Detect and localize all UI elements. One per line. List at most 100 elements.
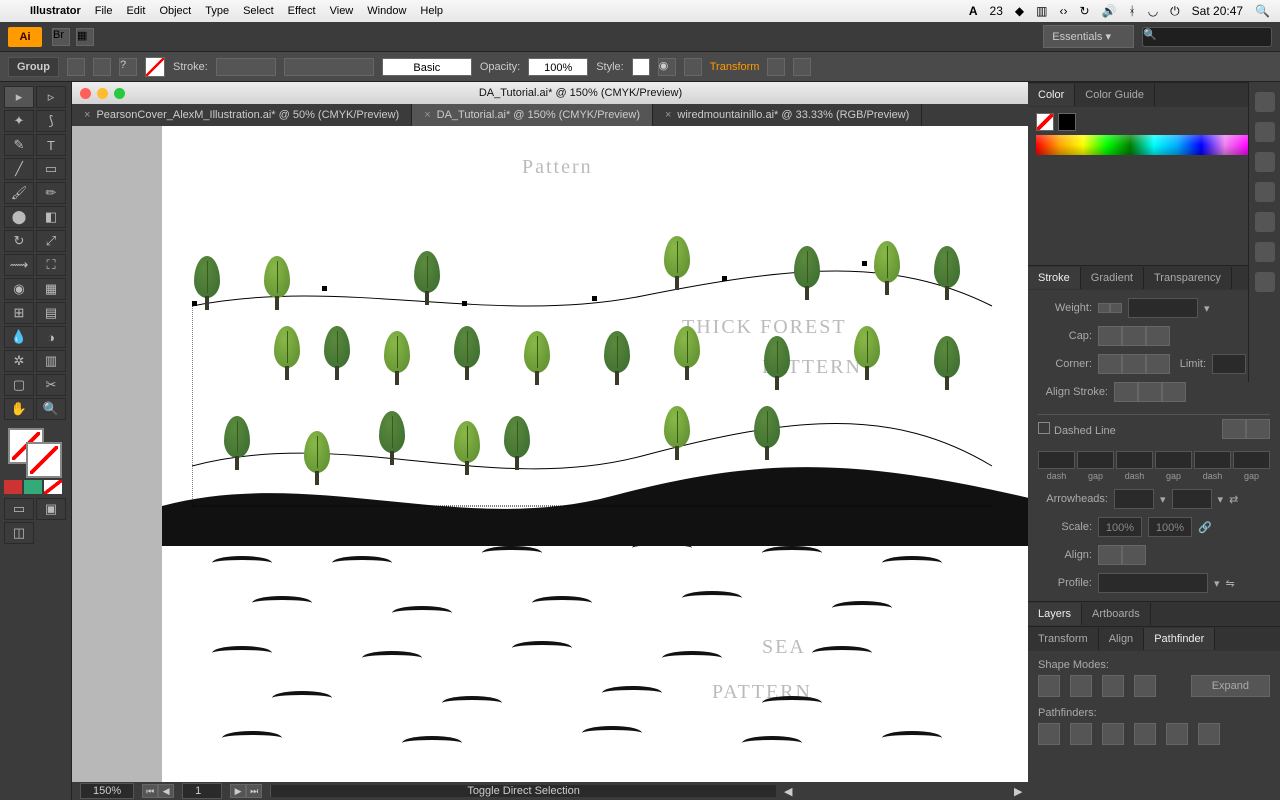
help-icon[interactable]: ?: [119, 58, 137, 76]
slice-tool[interactable]: ✂: [36, 374, 66, 396]
weight-field[interactable]: [1128, 298, 1198, 318]
direct-select-tool[interactable]: ▹: [36, 86, 66, 108]
arrow-end[interactable]: [1172, 489, 1212, 509]
menu-view[interactable]: View: [330, 5, 354, 17]
doc-tab-2[interactable]: ×wiredmountainillo.ai* @ 33.33% (RGB/Pre…: [653, 104, 922, 126]
menu-select[interactable]: Select: [243, 5, 274, 17]
doc-tab-0[interactable]: ×PearsonCover_AlexM_Illustration.ai* @ 5…: [72, 104, 412, 126]
close-window[interactable]: [80, 88, 91, 99]
scale-end[interactable]: 100%: [1148, 517, 1192, 537]
tab-gradient[interactable]: Gradient: [1081, 267, 1144, 289]
pen-tool[interactable]: ✎: [4, 134, 34, 156]
battery-icon[interactable]: ▥: [1036, 4, 1047, 18]
zoom-tool[interactable]: 🔍: [36, 398, 66, 420]
dashed-checkbox[interactable]: [1038, 422, 1050, 434]
search-field[interactable]: 🔍: [1142, 27, 1272, 47]
dash-fields[interactable]: dashgapdashgapdashgap: [1038, 451, 1270, 481]
width-tool[interactable]: ⟿: [4, 254, 34, 276]
symbols-icon[interactable]: [1255, 182, 1275, 202]
tab-align[interactable]: Align: [1099, 628, 1144, 650]
limit-field[interactable]: [1212, 354, 1246, 374]
minus-back-icon[interactable]: [1198, 723, 1220, 745]
free-transform[interactable]: ⛶: [36, 254, 66, 276]
eyedropper-tool[interactable]: 💧: [4, 326, 34, 348]
menu-edit[interactable]: Edit: [126, 5, 145, 17]
fill-stroke-swatch[interactable]: [4, 428, 67, 478]
intersect-icon[interactable]: [1102, 675, 1124, 697]
tab-layers[interactable]: Layers: [1028, 603, 1082, 625]
tab-pathfinder[interactable]: Pathfinder: [1144, 628, 1215, 650]
menu-help[interactable]: Help: [420, 5, 443, 17]
transform-icon1[interactable]: [767, 58, 785, 76]
graphic-styles-icon[interactable]: [1255, 272, 1275, 292]
brush-field[interactable]: Basic: [382, 58, 472, 76]
appearance-icon[interactable]: [1255, 242, 1275, 262]
tab-stroke[interactable]: Stroke: [1028, 267, 1081, 289]
blob-tool[interactable]: ⬤: [4, 206, 34, 228]
color-icon[interactable]: [1255, 92, 1275, 112]
sync-icon[interactable]: ↻: [1079, 4, 1089, 18]
recolor-icon[interactable]: ◉: [658, 58, 676, 76]
swatches-icon[interactable]: [1255, 122, 1275, 142]
corner-buttons[interactable]: [1098, 354, 1170, 374]
artboard-nav2[interactable]: ▶⏭: [230, 784, 262, 798]
stroke-style-field[interactable]: [284, 58, 374, 76]
workspace-switcher[interactable]: Essentials ▾: [1043, 25, 1134, 48]
bridge-icon[interactable]: Br: [52, 28, 70, 46]
none-mode[interactable]: [44, 480, 62, 494]
brush-tool[interactable]: 🖌: [4, 182, 34, 204]
brushes-icon[interactable]: [1255, 152, 1275, 172]
volume-icon[interactable]: 🔊: [1102, 4, 1117, 18]
shape-builder[interactable]: ◉: [4, 278, 34, 300]
trim-icon[interactable]: [1070, 723, 1092, 745]
hand-tool[interactable]: ✋: [4, 398, 34, 420]
arrow-align-buttons[interactable]: [1098, 545, 1146, 565]
align-stroke-buttons[interactable]: [1114, 382, 1186, 402]
tab-color-guide[interactable]: Color Guide: [1075, 84, 1155, 106]
stroke-swatch[interactable]: [1058, 113, 1076, 131]
screen-normal[interactable]: ▭: [4, 498, 34, 520]
align2-icon[interactable]: [93, 58, 111, 76]
code-icon[interactable]: ‹›: [1059, 4, 1067, 18]
color-mode[interactable]: [4, 480, 22, 494]
flip-icon[interactable]: ⇋: [1226, 577, 1235, 590]
zoom-field[interactable]: 150%: [80, 783, 134, 799]
opacity-field[interactable]: 100%: [528, 58, 588, 76]
artboard-number[interactable]: 1: [182, 783, 222, 799]
minus-front-icon[interactable]: [1070, 675, 1092, 697]
screen-full[interactable]: ▣: [36, 498, 66, 520]
isolate-icon[interactable]: [684, 58, 702, 76]
close-tab-icon[interactable]: ×: [84, 109, 90, 121]
stroke-weight-field[interactable]: [216, 58, 276, 76]
rect-tool[interactable]: ▭: [36, 158, 66, 180]
unite-icon[interactable]: [1038, 675, 1060, 697]
menu-effect[interactable]: Effect: [288, 5, 316, 17]
outline-icon[interactable]: [1166, 723, 1188, 745]
graph-tool[interactable]: ▥: [36, 350, 66, 372]
color-spectrum[interactable]: [1036, 135, 1272, 155]
notif-count[interactable]: 23: [990, 4, 1003, 18]
divide-icon[interactable]: [1038, 723, 1060, 745]
selection-tool[interactable]: ▸: [4, 86, 34, 108]
fill-swatch[interactable]: [1036, 113, 1054, 131]
scale-start[interactable]: 100%: [1098, 517, 1142, 537]
transform-icon2[interactable]: [793, 58, 811, 76]
menu-type[interactable]: Type: [205, 5, 229, 17]
exclude-icon[interactable]: [1134, 675, 1156, 697]
draw-mode[interactable]: ◫: [4, 522, 34, 544]
menu-window[interactable]: Window: [367, 5, 406, 17]
minimize-window[interactable]: [97, 88, 108, 99]
bluetooth-icon[interactable]: ᚼ: [1128, 4, 1135, 18]
arrow-start[interactable]: [1114, 489, 1154, 509]
tab-artboards[interactable]: Artboards: [1082, 603, 1151, 625]
wifi-icon[interactable]: ◡: [1148, 4, 1158, 18]
eraser-tool[interactable]: ◧: [36, 206, 66, 228]
menu-file[interactable]: File: [95, 5, 113, 17]
artboard-nav[interactable]: ⏮◀: [142, 784, 174, 798]
zoom-window[interactable]: [114, 88, 125, 99]
arrange-icon[interactable]: ▦: [76, 28, 94, 46]
close-tab-icon[interactable]: ×: [665, 109, 671, 121]
no-fill-icon[interactable]: [145, 57, 165, 77]
dash-option2[interactable]: [1246, 419, 1270, 439]
crop-icon[interactable]: [1134, 723, 1156, 745]
